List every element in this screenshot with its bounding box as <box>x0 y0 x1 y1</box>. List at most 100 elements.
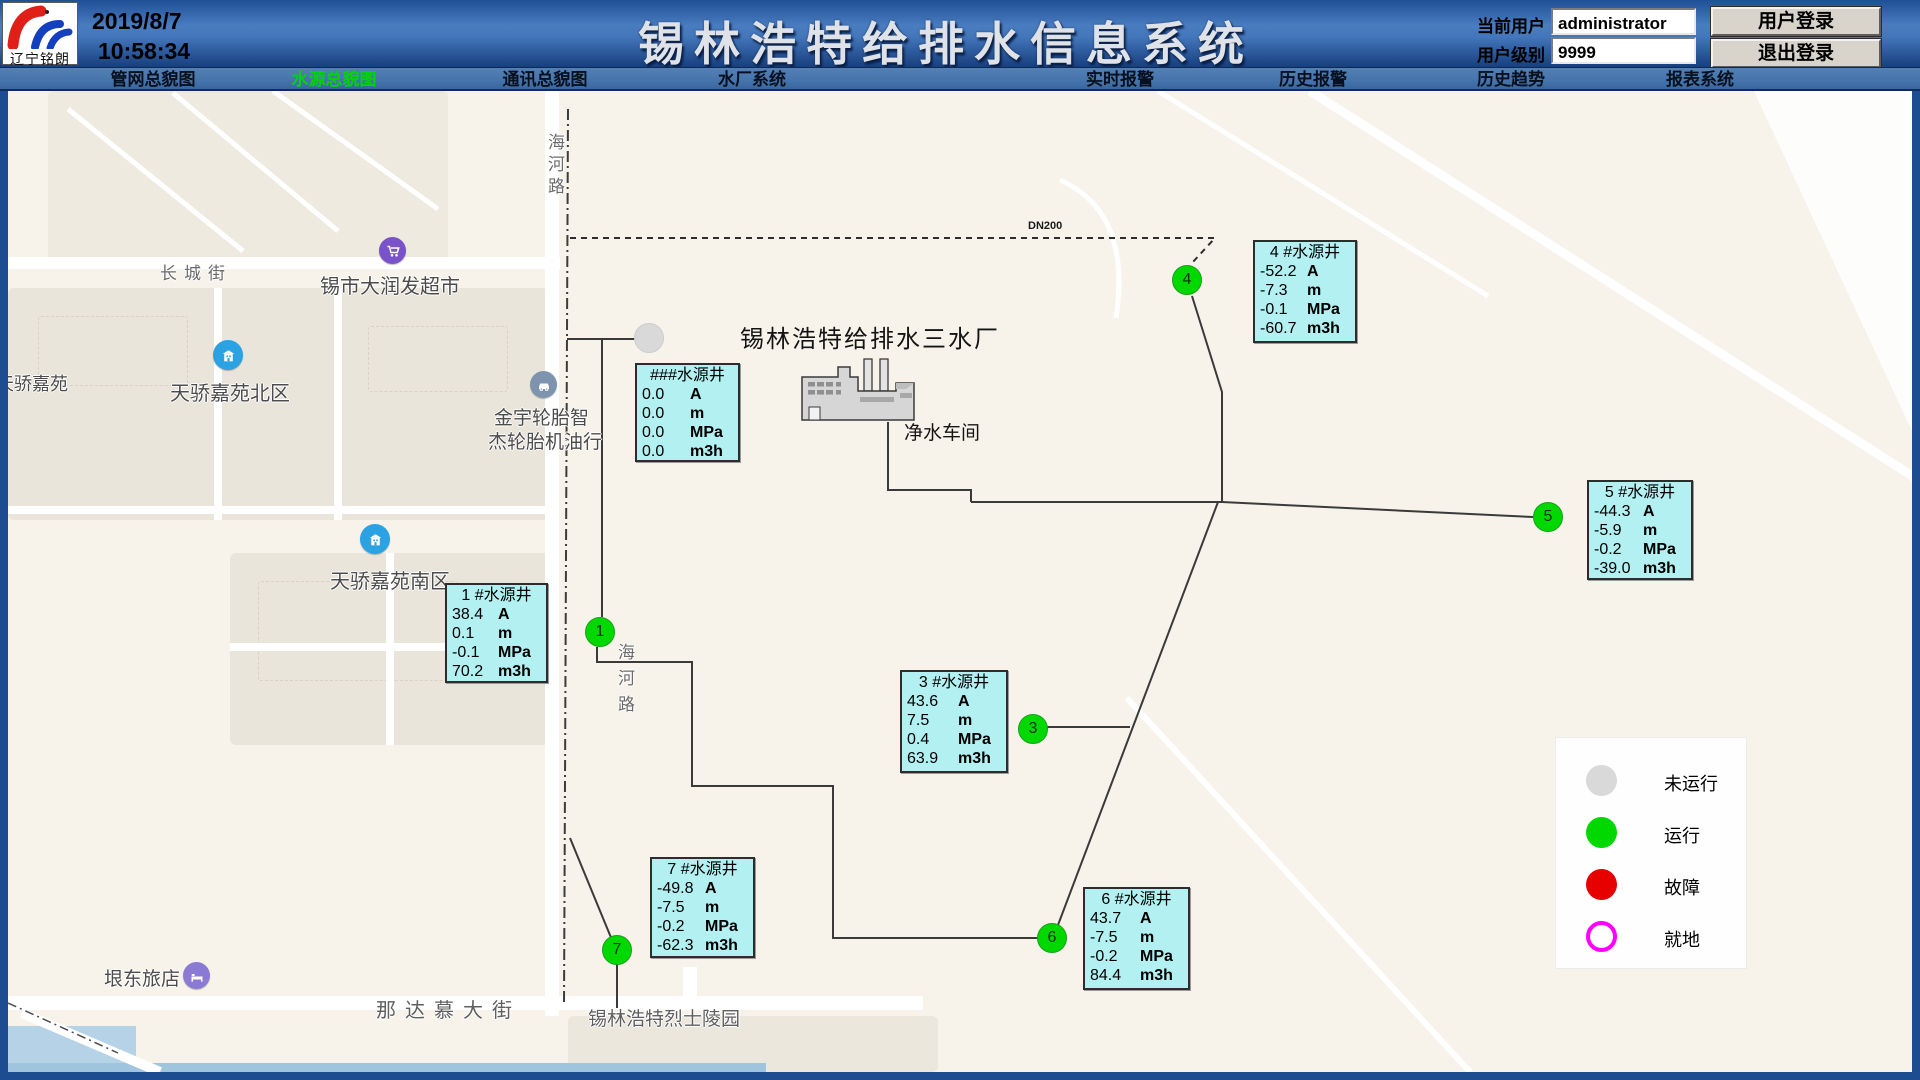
supermarket-cart-icon <box>379 237 406 264</box>
well-panel-6[interactable]: 6 #水源井 43.7A -7.5m -0.2MPa 84.4m3h <box>1083 887 1190 990</box>
pipe-diagonal-to-well6 <box>1058 502 1218 925</box>
company-logo: 辽宁铭朗 <box>2 2 78 65</box>
unit-label: m <box>1307 281 1351 300</box>
well-current: 38.4 <box>452 605 498 624</box>
user-level-field[interactable]: 9999 <box>1551 37 1696 64</box>
main-menu-bar: 管网总貌图 水源总貌图 通讯总貌图 水厂系统 实时报警 历史报警 历史趋势 报表… <box>0 67 1920 91</box>
nav-item-history-trend[interactable]: 历史趋势 <box>1431 69 1591 90</box>
workshop-label: 净水车间 <box>904 418 980 445</box>
well-flow: -62.3 <box>657 936 705 955</box>
well-current: 43.6 <box>907 692 958 711</box>
nav-item-pipeline-overview[interactable]: 管网总貌图 <box>73 69 233 90</box>
well-number: 1 <box>596 623 605 641</box>
well-flow: -60.7 <box>1260 319 1307 338</box>
poi-label-tianjiao: 天骄嘉苑 <box>8 370 68 396</box>
well-current: 43.7 <box>1090 909 1140 928</box>
unit-label: MPa <box>1307 300 1351 319</box>
street-label-haihe-top: 海河路 <box>542 133 567 199</box>
well-status-marker-stopped[interactable] <box>634 323 664 353</box>
poi-label-tianjiao-north: 天骄嘉苑北区 <box>170 377 290 406</box>
unit-label: m3h <box>498 662 542 681</box>
nav-item-waterplant-system[interactable]: 水厂系统 <box>672 69 832 90</box>
well-title: 1 #水源井 <box>447 585 546 605</box>
well-panel-3[interactable]: 3 #水源井 43.6A 7.5m 0.4MPa 63.9m3h <box>900 670 1008 773</box>
pipe-to-well7 <box>570 838 612 940</box>
legend-stopped-label: 未运行 <box>1664 770 1718 796</box>
unit-label: A <box>690 385 734 404</box>
nav-item-comms-overview[interactable]: 通讯总貌图 <box>465 69 625 90</box>
legend-running-label: 运行 <box>1664 822 1700 848</box>
nav-item-watersource-overview[interactable]: 水源总貌图 <box>254 69 414 90</box>
legend-fault-icon <box>1586 869 1617 900</box>
pipe-to-well5 <box>1222 502 1533 517</box>
well-panel-unassigned[interactable]: ###水源井 0.0A 0.0m 0.0MPa 0.0m3h <box>635 363 740 462</box>
well-title: 4 #水源井 <box>1255 242 1355 262</box>
well-status-marker-1[interactable]: 1 <box>585 617 615 647</box>
well-level: 0.1 <box>452 624 498 643</box>
well-pressure: -0.2 <box>657 917 705 936</box>
well-current: -49.8 <box>657 879 705 898</box>
current-user-label: 当前用户 <box>1477 12 1545 37</box>
well-panel-5[interactable]: 5 #水源井 -44.3A -5.9m -0.2MPa -39.0m3h <box>1587 480 1693 580</box>
well-title: 3 #水源井 <box>902 672 1006 692</box>
well-title: 5 #水源井 <box>1589 482 1691 502</box>
nav-item-history-alarm[interactable]: 历史报警 <box>1233 69 1393 90</box>
well-title: ###水源井 <box>637 365 738 385</box>
well-current: -44.3 <box>1594 502 1643 521</box>
unit-label: MPa <box>1643 540 1687 559</box>
unit-label: A <box>1643 502 1687 521</box>
boundary-dashdot-line <box>564 109 568 1005</box>
well-status-marker-5[interactable]: 5 <box>1533 502 1563 532</box>
well-title: 6 #水源井 <box>1085 889 1188 909</box>
well-flow: -39.0 <box>1594 559 1643 578</box>
well-status-marker-7[interactable]: 7 <box>602 935 632 965</box>
nav-item-report-system[interactable]: 报表系统 <box>1620 69 1780 90</box>
well-number: 6 <box>1048 929 1057 947</box>
well-number: 7 <box>613 941 622 959</box>
logo-arcs-icon <box>3 3 77 49</box>
well-panel-1[interactable]: 1 #水源井 38.4A 0.1m -0.1MPa 70.2m3h <box>445 583 548 683</box>
road-diagonal-se <box>1127 698 1470 1072</box>
scada-window: 辽宁铭朗 2019/8/7 10:58:34 锡林浩特给排水信息系统 当前用户 … <box>0 0 1920 1080</box>
poi-label-tianjiao-south: 天骄嘉苑南区 <box>330 565 450 594</box>
login-button[interactable]: 用户登录 <box>1711 7 1881 36</box>
well-flow: 63.9 <box>907 749 958 768</box>
well-pressure: -0.2 <box>1594 540 1643 559</box>
unit-label: MPa <box>958 730 1002 749</box>
unit-label: m3h <box>1140 966 1184 985</box>
street-label-haihe-mid: 海河路 <box>612 643 637 721</box>
well-flow: 84.4 <box>1090 966 1140 985</box>
unit-label: m3h <box>690 442 734 461</box>
well-panel-7[interactable]: 7 #水源井 -49.8A -7.5m -0.2MPa -62.3m3h <box>650 857 755 958</box>
hotel-bed-icon <box>183 962 210 989</box>
road-diagonals-nw <box>68 91 438 251</box>
well-number: 4 <box>1183 271 1192 289</box>
residence-building-icon <box>360 524 390 554</box>
poi-label-tireshop-2: 杰轮胎机油行 <box>488 427 602 454</box>
well-level: -7.5 <box>657 898 705 917</box>
unit-label: MPa <box>690 423 734 442</box>
well-flow: 70.2 <box>452 662 498 681</box>
well-status-marker-3[interactable]: 3 <box>1018 714 1048 744</box>
unit-label: A <box>1307 262 1351 281</box>
street-label-nadamu: 那达慕大街 <box>376 994 521 1023</box>
well-pressure: 0.0 <box>642 423 690 442</box>
well-status-marker-4[interactable]: 4 <box>1172 265 1202 295</box>
well-panel-4[interactable]: 4 #水源井 -52.2A -7.3m -0.1MPa -60.7m3h <box>1253 240 1357 343</box>
well-status-marker-6[interactable]: 6 <box>1037 923 1067 953</box>
well-level: -7.3 <box>1260 281 1307 300</box>
unit-label: m3h <box>1307 319 1351 338</box>
logout-button[interactable]: 退出登录 <box>1711 39 1881 68</box>
well-level: -5.9 <box>1594 521 1643 540</box>
nav-item-realtime-alarm[interactable]: 实时报警 <box>1040 69 1200 90</box>
unit-label: m3h <box>705 936 749 955</box>
poi-label-kendong-hotel: 垠东旅店 <box>104 964 180 991</box>
unit-label: m <box>690 404 734 423</box>
unit-label: MPa <box>1140 947 1184 966</box>
unit-label: A <box>705 879 749 898</box>
current-user-field[interactable]: administrator <box>1551 8 1696 35</box>
legend-stopped-icon <box>1586 765 1617 796</box>
unit-label: m <box>958 711 1002 730</box>
page-title: 锡林浩特给排水信息系统 <box>638 8 1254 74</box>
well-pressure: 0.4 <box>907 730 958 749</box>
